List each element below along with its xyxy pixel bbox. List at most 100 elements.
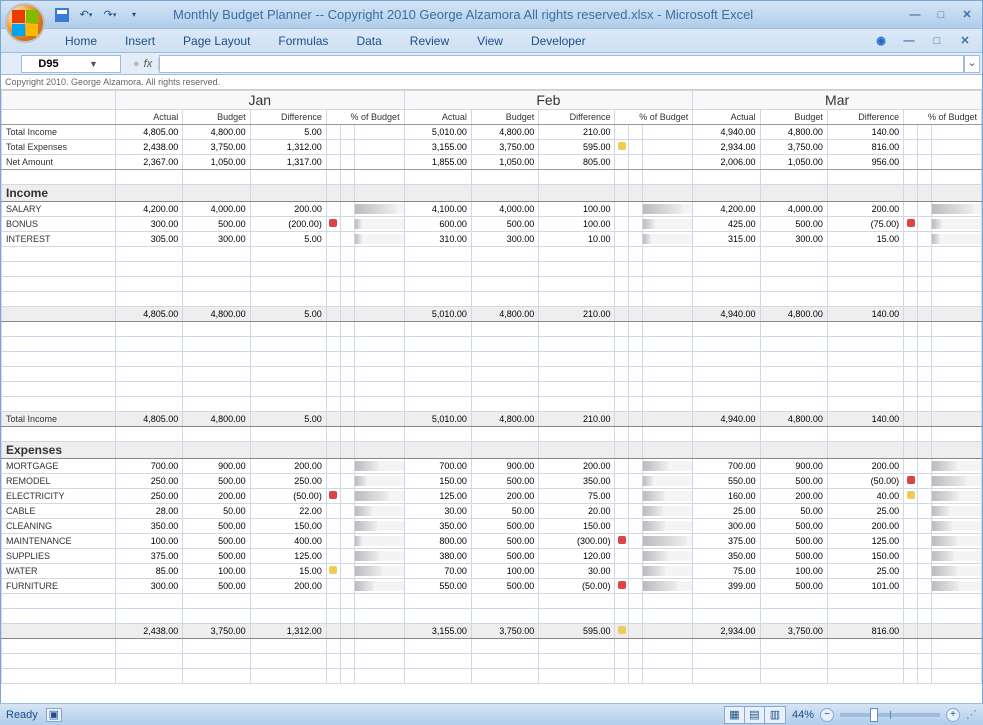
cell[interactable]: Total Income <box>2 412 116 427</box>
cell[interactable] <box>471 185 538 202</box>
cell[interactable] <box>827 170 903 185</box>
cell[interactable] <box>354 639 404 654</box>
cell[interactable]: 500.00 <box>760 474 827 489</box>
cell[interactable] <box>693 185 760 202</box>
cell[interactable] <box>904 639 918 654</box>
databar-cell[interactable] <box>643 534 693 549</box>
cell[interactable]: 500.00 <box>471 474 538 489</box>
cell[interactable]: 25.00 <box>827 504 903 519</box>
cell[interactable]: 1,312.00 <box>250 140 326 155</box>
cell[interactable]: 10.00 <box>539 232 615 247</box>
cell[interactable] <box>539 639 615 654</box>
cell[interactable] <box>643 397 693 412</box>
cell[interactable] <box>326 185 340 202</box>
cell[interactable] <box>904 262 918 277</box>
cell[interactable]: 25.00 <box>693 504 760 519</box>
cell[interactable] <box>615 202 629 217</box>
cell[interactable] <box>471 654 538 669</box>
cell[interactable]: 4,800.00 <box>183 307 250 322</box>
cell[interactable]: 101.00 <box>827 579 903 594</box>
cell[interactable] <box>115 669 182 684</box>
cell[interactable] <box>615 639 629 654</box>
cell[interactable]: 150.00 <box>404 474 471 489</box>
redo-icon[interactable]: ↷▾ <box>101 6 119 24</box>
tab-view[interactable]: View <box>463 30 517 52</box>
cell[interactable] <box>918 427 932 442</box>
cell[interactable] <box>326 277 340 292</box>
cell[interactable] <box>2 352 116 367</box>
databar-cell[interactable] <box>932 232 982 247</box>
cell[interactable]: 3,750.00 <box>471 624 538 639</box>
cell[interactable] <box>326 125 340 140</box>
cell[interactable] <box>404 322 471 337</box>
cell[interactable] <box>932 322 982 337</box>
cell[interactable] <box>629 489 643 504</box>
cell[interactable] <box>932 307 982 322</box>
cell[interactable] <box>643 307 693 322</box>
cell[interactable] <box>250 185 326 202</box>
view-page-layout-icon[interactable]: ▤ <box>745 707 765 723</box>
cell[interactable] <box>629 140 643 155</box>
cell[interactable] <box>629 442 643 459</box>
cell[interactable] <box>340 549 354 564</box>
cell[interactable] <box>760 594 827 609</box>
cell[interactable]: 160.00 <box>693 489 760 504</box>
cell[interactable]: 805.00 <box>539 155 615 170</box>
cell[interactable] <box>904 140 918 155</box>
cell[interactable] <box>354 352 404 367</box>
cell[interactable] <box>183 427 250 442</box>
cell[interactable] <box>354 382 404 397</box>
cell[interactable]: 700.00 <box>404 459 471 474</box>
cell[interactable]: 4,805.00 <box>115 125 182 140</box>
cell[interactable] <box>183 654 250 669</box>
office-button[interactable] <box>5 3 45 43</box>
cell[interactable]: 4,200.00 <box>115 202 182 217</box>
cell[interactable] <box>404 185 471 202</box>
databar-cell[interactable] <box>354 489 404 504</box>
cell[interactable] <box>2 639 116 654</box>
cell[interactable]: Income <box>2 185 116 202</box>
cell[interactable] <box>918 609 932 624</box>
cell[interactable] <box>539 609 615 624</box>
formula-input[interactable] <box>159 55 964 73</box>
cell[interactable]: 500.00 <box>183 217 250 232</box>
cell[interactable] <box>539 337 615 352</box>
databar-cell[interactable] <box>932 504 982 519</box>
cell[interactable]: 956.00 <box>827 155 903 170</box>
cell[interactable] <box>629 474 643 489</box>
help-icon[interactable]: ◉ <box>870 32 892 50</box>
cell[interactable]: 350.00 <box>539 474 615 489</box>
cell[interactable]: 4,200.00 <box>693 202 760 217</box>
cell[interactable] <box>340 397 354 412</box>
cell[interactable] <box>693 277 760 292</box>
cell[interactable] <box>643 367 693 382</box>
cell[interactable]: CABLE <box>2 504 116 519</box>
cell[interactable] <box>629 262 643 277</box>
cell[interactable]: 900.00 <box>183 459 250 474</box>
cell[interactable] <box>340 382 354 397</box>
cell[interactable] <box>932 412 982 427</box>
cell[interactable]: 5,010.00 <box>404 125 471 140</box>
cell[interactable] <box>354 262 404 277</box>
cell[interactable] <box>326 442 340 459</box>
cell[interactable] <box>918 579 932 594</box>
cell[interactable] <box>643 609 693 624</box>
cell[interactable] <box>340 155 354 170</box>
cell[interactable] <box>354 322 404 337</box>
cell[interactable] <box>693 397 760 412</box>
cell[interactable]: 100.00 <box>471 564 538 579</box>
cell[interactable]: 22.00 <box>250 504 326 519</box>
cell[interactable] <box>471 594 538 609</box>
qat-customize-icon[interactable]: ▾ <box>125 6 143 24</box>
cell[interactable] <box>115 170 182 185</box>
cell[interactable] <box>629 307 643 322</box>
cell[interactable]: Mar <box>693 91 982 110</box>
cell[interactable]: 4,940.00 <box>693 307 760 322</box>
databar-cell[interactable] <box>643 579 693 594</box>
cell[interactable] <box>615 155 629 170</box>
cell[interactable] <box>827 654 903 669</box>
cell[interactable] <box>615 322 629 337</box>
cell[interactable] <box>2 170 116 185</box>
cell[interactable]: BONUS <box>2 217 116 232</box>
tab-developer[interactable]: Developer <box>517 30 600 52</box>
